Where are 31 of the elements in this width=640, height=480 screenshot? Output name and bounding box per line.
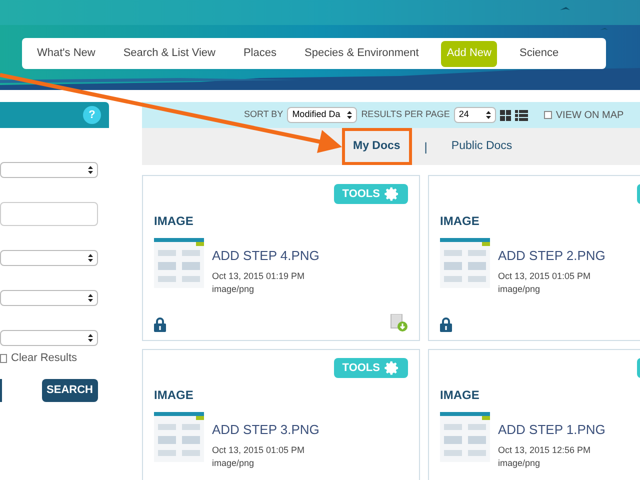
per-page-select[interactable]: 24 bbox=[454, 107, 496, 123]
document-title[interactable]: ADD STEP 3.PNG bbox=[212, 420, 320, 440]
document-type: IMAGE bbox=[440, 387, 480, 404]
document-type: IMAGE bbox=[440, 213, 480, 230]
sort-label: SORT BY bbox=[244, 108, 284, 122]
tab[interactable]: My Docs bbox=[353, 138, 400, 156]
document-title[interactable]: ADD STEP 2.PNG bbox=[498, 246, 606, 266]
sort-select[interactable]: Modified Da bbox=[287, 107, 358, 123]
document-date: Oct 13, 2015 12:56 PM bbox=[498, 444, 592, 456]
view-on-map-label: VIEW ON MAP bbox=[556, 108, 624, 122]
document-mime: image/png bbox=[498, 457, 542, 470]
per-page-label: RESULTS PER PAGE bbox=[361, 108, 450, 122]
checkbox-label: Clear Results bbox=[11, 351, 78, 366]
document-date: Oct 13, 2015 01:05 PM bbox=[212, 444, 306, 456]
document-type: IMAGE bbox=[154, 213, 194, 230]
document-title[interactable]: ADD STEP 4.PNG bbox=[212, 246, 320, 266]
tab[interactable]: Public Docs bbox=[451, 138, 512, 156]
nav-tab[interactable]: Species & Environment bbox=[298, 40, 425, 66]
document-date: Oct 13, 2015 01:05 PM bbox=[498, 270, 592, 282]
tab-divider: | bbox=[424, 138, 428, 156]
document-mime: image/png bbox=[212, 457, 256, 470]
nav-tab[interactable]: Places bbox=[237, 40, 282, 66]
document-mime: image/png bbox=[212, 283, 256, 296]
document-mime: image/png bbox=[498, 283, 542, 296]
nav-tab[interactable]: Search & List View bbox=[117, 40, 222, 66]
document-type: IMAGE bbox=[154, 387, 194, 404]
nav-tab[interactable]: Science bbox=[513, 40, 565, 66]
document-date: Oct 13, 2015 01:19 PM bbox=[212, 270, 306, 282]
document-title[interactable]: ADD STEP 1.PNG bbox=[498, 420, 606, 440]
nav-tab[interactable]: What's New bbox=[31, 40, 102, 66]
search-button[interactable]: SEARCH bbox=[42, 378, 98, 402]
